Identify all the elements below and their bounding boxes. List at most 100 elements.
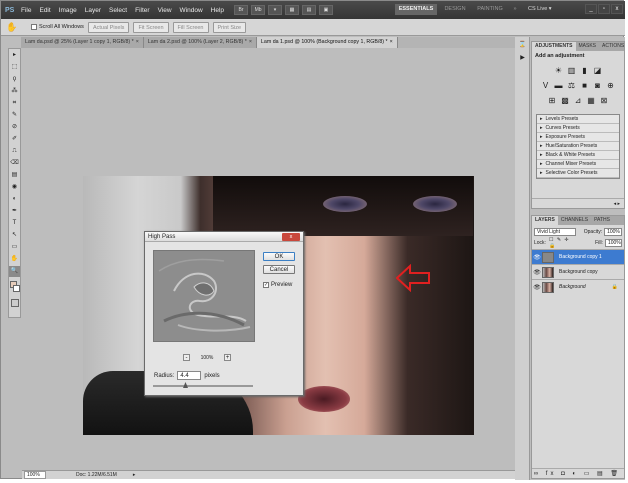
blur-tool-icon[interactable]: ◉ (9, 182, 20, 193)
fit-screen-button[interactable]: Fit Screen (133, 21, 169, 33)
zoom-field[interactable]: 100% (24, 471, 46, 479)
photo-filter-icon[interactable]: ◙ (592, 81, 603, 91)
vibrance-icon[interactable]: V (540, 81, 551, 91)
gradient-tool-icon[interactable]: ▤ (9, 170, 20, 181)
arrange-docs-icon[interactable]: ▤ (302, 5, 317, 15)
tab-actions[interactable]: ACTIONS (599, 42, 627, 51)
marquee-tool-icon[interactable]: ⬚ (9, 62, 20, 73)
zoom-level-icon[interactable]: ▾ (268, 5, 283, 15)
selective-color-icon[interactable]: ⊠ (599, 96, 610, 106)
actions-panel-icon[interactable]: ▶ (517, 53, 528, 63)
fill-field[interactable]: 100% (604, 239, 622, 247)
tab-layers[interactable]: LAYERS (532, 216, 558, 225)
zoom-in-button[interactable]: + (223, 354, 231, 361)
actual-pixels-button[interactable]: Actual Pixels (87, 21, 130, 33)
close-button[interactable]: x (611, 4, 623, 14)
print-size-button[interactable]: Print Size (212, 21, 247, 33)
path-select-tool-icon[interactable]: ↖ (9, 230, 20, 241)
layers-footer-icons[interactable]: ∞ fx ◘ ◐ ▭ ▤ 🗑 (532, 468, 624, 478)
tab-lam-da-1[interactable]: Lam da 1.psd @ 100% (Background copy 1, … (256, 37, 398, 48)
view-extras-icon[interactable]: ▦ (285, 5, 300, 15)
levels-icon[interactable]: ▥ (566, 66, 577, 76)
tab-close-icon[interactable]: × (249, 39, 252, 45)
menu-window[interactable]: Window (180, 7, 203, 14)
preset-channel-mixer[interactable]: ▸ Channel Mixer Presets (537, 160, 619, 169)
zoom-tool-icon[interactable]: 🔍 (9, 266, 20, 277)
background-color-swatch[interactable] (13, 285, 20, 292)
bridge-icon[interactable]: Br (234, 5, 249, 15)
preset-hue-saturation[interactable]: ▸ Hue/Saturation Presets (537, 142, 619, 151)
tab-lam-da[interactable]: Lam da.psd @ 25% (Layer 1 copy 1, RGB/8)… (21, 37, 144, 48)
menu-filter[interactable]: Filter (135, 7, 149, 14)
dodge-tool-icon[interactable]: ◐ (9, 194, 20, 205)
hand-tool-icon[interactable]: ✋ (5, 21, 19, 33)
preset-exposure[interactable]: ▸ Exposure Presets (537, 133, 619, 142)
pen-tool-icon[interactable]: ✒ (9, 206, 20, 217)
history-panel-icon[interactable]: ⌛ (517, 40, 528, 50)
quick-select-tool-icon[interactable]: ⁂ (9, 86, 20, 97)
fill-screen-button[interactable]: Fill Screen (172, 21, 209, 33)
menu-file[interactable]: File (21, 7, 31, 14)
lock-icons[interactable]: ☐ ✎ ✛ 🔒 (549, 237, 577, 249)
minibridge-icon[interactable]: Mb (251, 5, 266, 15)
workspace-essentials[interactable]: ESSENTIALS (395, 4, 437, 15)
screen-mode-icon[interactable]: ▣ (319, 5, 334, 15)
tab-lam-da-2[interactable]: Lam da 2.psd @ 100% (Layer 2, RGB/8) * × (143, 37, 257, 48)
radius-slider-thumb[interactable] (183, 382, 188, 388)
radius-input[interactable]: 4.4 (177, 371, 202, 380)
maximize-button[interactable]: ▫ (598, 4, 610, 14)
filter-preview[interactable] (153, 250, 255, 342)
dialog-close-button[interactable]: x (282, 233, 300, 241)
status-menu-arrow-icon[interactable]: ▸ (133, 472, 136, 478)
lasso-tool-icon[interactable]: ϙ (9, 74, 20, 85)
type-tool-icon[interactable]: T (9, 218, 20, 229)
preset-selective-color[interactable]: ▸ Selective Color Presets (537, 169, 619, 178)
preset-black-white[interactable]: ▸ Black & White Presets (537, 151, 619, 160)
ok-button[interactable]: OK (263, 252, 295, 261)
preview-checkbox[interactable]: ✓ (263, 282, 269, 288)
tab-channels[interactable]: CHANNELS (558, 216, 591, 225)
menu-select[interactable]: Select (109, 7, 127, 14)
layer-background-copy[interactable]: 👁 Background copy (532, 264, 624, 279)
tab-paths[interactable]: PATHS (591, 216, 613, 225)
curves-icon[interactable]: ▮ (579, 66, 590, 76)
eye-icon[interactable]: 👁 (532, 269, 542, 276)
healing-tool-icon[interactable]: ⊘ (9, 122, 20, 133)
scroll-all-checkbox[interactable] (31, 24, 37, 30)
exposure-icon[interactable]: ◪ (592, 66, 603, 76)
layer-background-copy-1[interactable]: 👁 Background copy 1 (532, 249, 624, 264)
crop-tool-icon[interactable]: ⌗ (9, 98, 20, 109)
color-balance-icon[interactable]: ⚖ (566, 81, 577, 91)
cs-live[interactable]: CS Live ▾ (528, 4, 552, 15)
eye-icon[interactable]: 👁 (532, 254, 542, 261)
eye-icon[interactable]: 👁 (532, 284, 542, 291)
preset-curves[interactable]: ▸ Curves Presets (537, 124, 619, 133)
workspace-painting[interactable]: PAINTING (475, 4, 505, 15)
shape-tool-icon[interactable]: ▭ (9, 242, 20, 253)
brush-tool-icon[interactable]: ✐ (9, 134, 20, 145)
black-white-icon[interactable]: ■ (579, 81, 590, 91)
workspace-design[interactable]: DESIGN (441, 4, 469, 15)
blend-mode-select[interactable]: Vivid Light (534, 228, 576, 236)
tab-adjustments[interactable]: ADJUSTMENTS (532, 42, 576, 51)
minimize-button[interactable]: _ (585, 4, 597, 14)
dialog-titlebar[interactable]: High Pass x (145, 232, 303, 242)
move-tool-icon[interactable]: ▸ (9, 50, 20, 61)
menu-layer[interactable]: Layer (85, 7, 101, 14)
brightness-contrast-icon[interactable]: ☀ (553, 66, 564, 76)
hand-tool-icon[interactable]: ✋ (9, 254, 20, 265)
tab-close-icon[interactable]: × (136, 39, 139, 45)
workspace-more[interactable]: » (510, 4, 520, 15)
quick-mask-button[interactable] (11, 299, 19, 307)
clone-stamp-tool-icon[interactable]: ⎍ (9, 146, 20, 157)
layer-background[interactable]: 👁 Background 🔒 (532, 279, 624, 294)
threshold-icon[interactable]: ⊿ (573, 96, 584, 106)
tab-close-icon[interactable]: × (390, 39, 393, 45)
gradient-map-icon[interactable]: ▦ (586, 96, 597, 106)
zoom-out-button[interactable]: - (183, 354, 190, 361)
opacity-field[interactable]: 100% (604, 228, 622, 236)
adjustments-footer[interactable]: ◂ ▸ (532, 198, 624, 208)
hue-saturation-icon[interactable]: ▬ (553, 81, 564, 91)
cancel-button[interactable]: Cancel (263, 265, 295, 274)
channel-mixer-icon[interactable]: ⊕ (605, 81, 616, 91)
